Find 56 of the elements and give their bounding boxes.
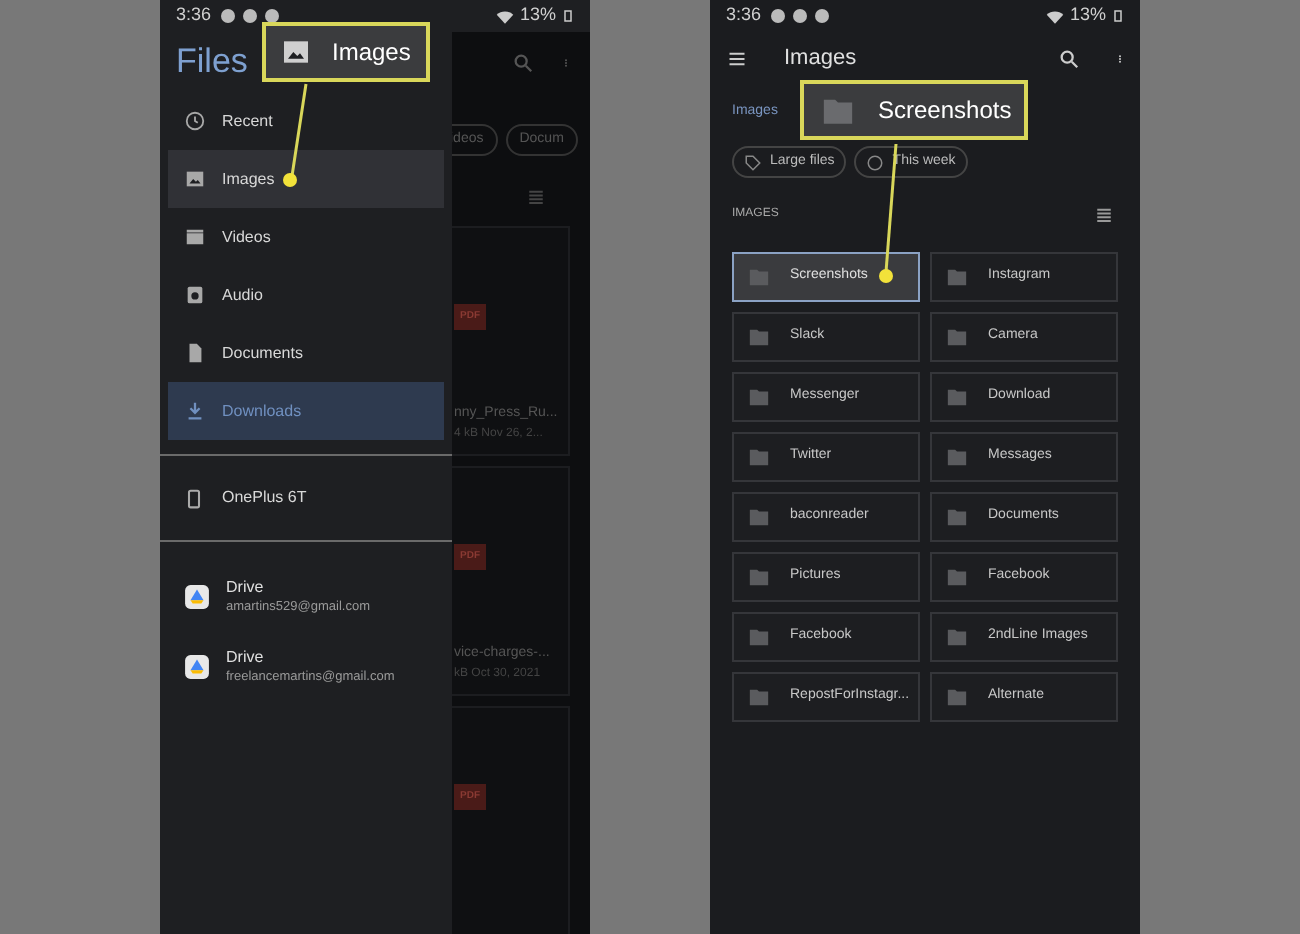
- wifi-icon: [495, 7, 514, 25]
- clock-icon: [184, 110, 206, 132]
- folder-icon: [746, 326, 772, 348]
- search-icon: [1058, 47, 1080, 69]
- list-view-icon: [526, 188, 546, 206]
- folder-icon: [746, 386, 772, 408]
- folder-icon: [944, 686, 970, 708]
- drive-icon: [184, 584, 210, 610]
- folder-icon: [746, 266, 772, 288]
- menu-icon: [726, 49, 748, 67]
- callout-dot: [283, 173, 297, 187]
- screen-title: Images: [784, 43, 859, 74]
- clock-icon: [866, 153, 885, 171]
- status-time: 3:36: [176, 2, 212, 29]
- folder-icon: [746, 566, 772, 588]
- drive-icon: [184, 654, 210, 680]
- battery-level: 13%: [519, 2, 556, 29]
- folder-icon: [944, 506, 970, 528]
- image-icon: [184, 168, 206, 190]
- tag-icon: [744, 153, 762, 171]
- search-icon: [512, 51, 534, 73]
- battery-icon: [562, 6, 574, 26]
- document-icon: [184, 342, 206, 364]
- folder-icon: [944, 266, 970, 288]
- phone-icon: [184, 487, 204, 509]
- list-view-icon: [1094, 205, 1114, 223]
- drawer-item[interactable]: Audio: [168, 266, 444, 324]
- drawer-item[interactable]: Documents: [168, 324, 444, 382]
- folder-icon: [944, 566, 970, 588]
- folder-icon: [944, 386, 970, 408]
- battery-level: 13%: [1069, 2, 1106, 29]
- notification-icons: [219, 8, 280, 24]
- drawer-item[interactable]: Downloads: [168, 382, 444, 440]
- folder-icon: [746, 506, 772, 528]
- folder-icon: [944, 626, 970, 648]
- notification-icons: [769, 8, 830, 24]
- folder-icon: [746, 446, 772, 468]
- download-icon: [184, 400, 206, 422]
- callout-dot: [879, 269, 893, 283]
- film-icon: [184, 226, 206, 248]
- callout-label: Images: [332, 36, 411, 70]
- status-time: 3:36: [726, 2, 762, 29]
- folder-icon: [944, 446, 970, 468]
- audio-file-icon: [184, 284, 206, 306]
- drawer-item[interactable]: OnePlus 6T: [160, 456, 452, 540]
- image-icon: [280, 36, 312, 68]
- app-title: Files: [176, 40, 248, 85]
- folder-icon: [746, 686, 772, 708]
- drawer-item[interactable]: Videos: [168, 208, 444, 266]
- drawer-item[interactable]: Images: [168, 150, 444, 208]
- callout-label: Screenshots: [878, 94, 1012, 128]
- drawer-item[interactable]: Recent: [168, 92, 444, 150]
- folder-icon: [746, 626, 772, 648]
- wifi-icon: [1045, 7, 1064, 25]
- battery-icon: [1112, 6, 1124, 26]
- folder-icon: [944, 326, 970, 348]
